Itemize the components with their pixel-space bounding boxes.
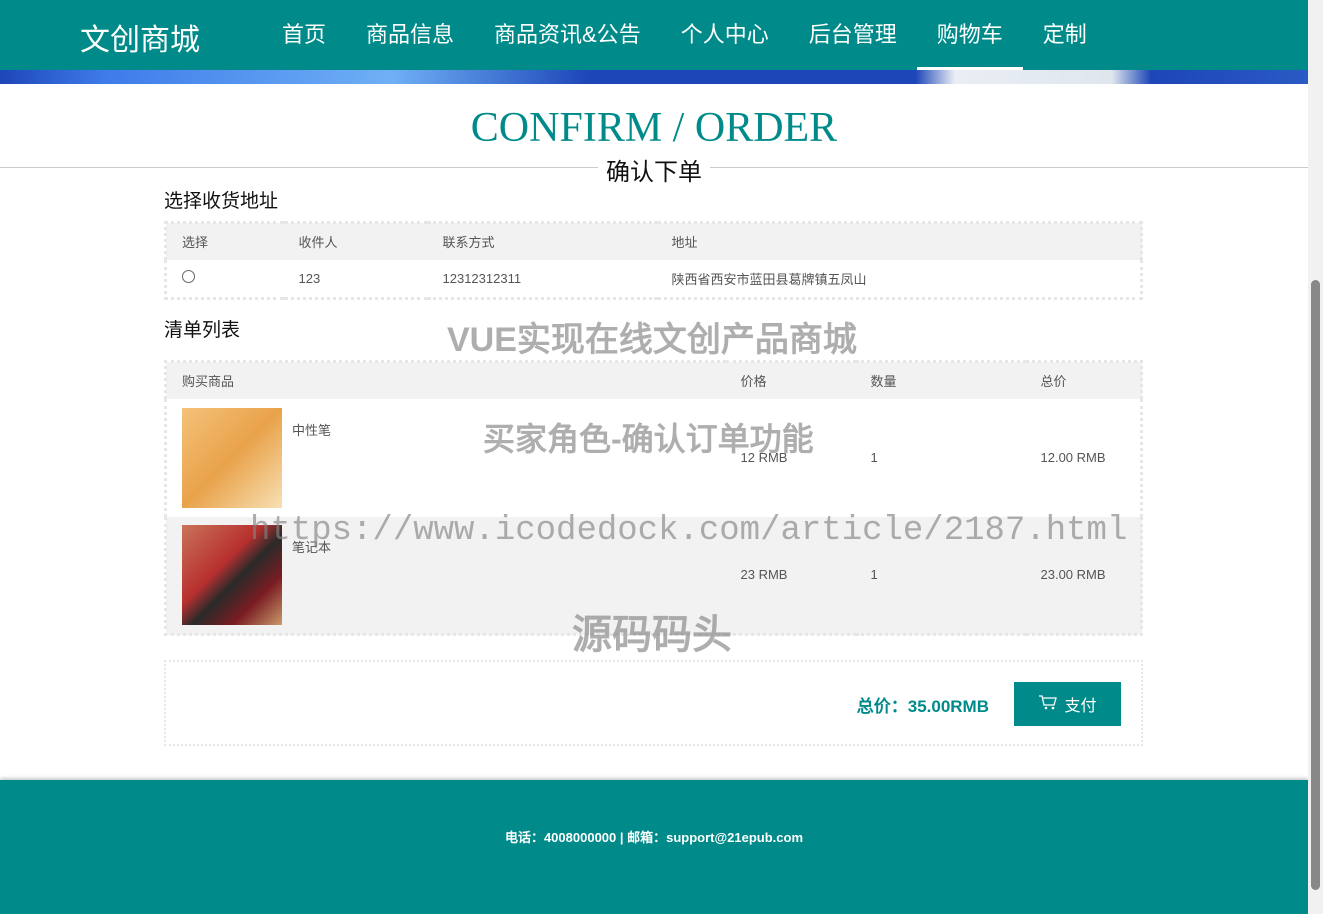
col-price: 价格 <box>725 361 856 399</box>
col-select: 选择 <box>165 222 284 260</box>
cart-icon <box>1038 694 1058 715</box>
logo[interactable]: 文创商城 <box>80 15 200 59</box>
quantity: 1 <box>870 450 878 465</box>
nav-home[interactable]: 首页 <box>262 0 346 70</box>
order-total: 总价：35.00RMB <box>856 697 989 716</box>
recipient: 123 <box>298 270 321 286</box>
order-summary: 总价：35.00RMB 支付 <box>164 660 1143 746</box>
nav-custom[interactable]: 定制 <box>1023 0 1107 70</box>
col-address: 地址 <box>656 222 1142 260</box>
nav-admin[interactable]: 后台管理 <box>789 0 917 70</box>
watermark: https://www.icodedock.com/article/2187.h… <box>250 512 1128 550</box>
address-radio[interactable] <box>182 270 195 284</box>
product-name[interactable]: 中性笔 <box>292 420 331 439</box>
row-total: 12.00 RMB <box>1040 450 1106 465</box>
phone: 12312312311 <box>442 270 522 286</box>
page-subtitle: 确认下单 <box>598 152 710 187</box>
pay-button[interactable]: 支付 <box>1014 682 1121 726</box>
banner-image <box>0 70 1308 84</box>
watermark: 买家角色-确认订单功能 <box>483 421 814 457</box>
address: 陕西省西安市蓝田县葛牌镇五凤山 <box>671 271 867 287</box>
col-qty: 数量 <box>855 361 1026 399</box>
nav-cart[interactable]: 购物车 <box>916 0 1023 70</box>
footer-contact: 电话：4008000000 | 邮箱：support@21epub.com <box>504 830 804 845</box>
pay-label: 支付 <box>1064 698 1097 715</box>
col-phone: 联系方式 <box>427 222 657 260</box>
watermark: 源码码头 <box>572 613 732 657</box>
nav-products[interactable]: 商品信息 <box>346 0 474 70</box>
items-table: 购买商品 价格 数量 总价 中性笔 12 RMB 1 12.00 RMB 笔记本 23 RMB… <box>164 360 1143 636</box>
address-table: 选择 收件人 联系方式 地址 123 12312312311 陕西省西安市蓝田县葛牌镇五凤… <box>164 221 1143 300</box>
product-image-pen[interactable] <box>182 407 282 508</box>
col-product: 购买商品 <box>165 361 726 399</box>
nav-news[interactable]: 商品资讯&公告 <box>474 0 661 70</box>
col-name: 收件人 <box>283 222 428 260</box>
top-nav: 文创商城 首页 商品信息 商品资讯&公告 个人中心 后台管理 购物车 定制 <box>0 0 1308 70</box>
scrollbar-thumb[interactable] <box>1311 280 1320 890</box>
address-heading: 选择收货地址 <box>164 191 279 212</box>
page-title: CONFIRM / ORDER <box>470 105 838 151</box>
page: 文创商城 首页 商品信息 商品资讯&公告 个人中心 后台管理 购物车 定制 CO… <box>0 0 1308 914</box>
address-row[interactable]: 123 12312312311 陕西省西安市蓝田县葛牌镇五凤山 <box>166 260 1142 299</box>
col-total: 总价 <box>1025 361 1142 399</box>
watermark: VUE实现在线文创产品商城 <box>447 321 857 359</box>
footer: 电话：4008000000 | 邮箱：support@21epub.com <box>0 780 1308 914</box>
items-heading: 清单列表 <box>164 320 241 341</box>
nav-profile[interactable]: 个人中心 <box>661 0 789 70</box>
